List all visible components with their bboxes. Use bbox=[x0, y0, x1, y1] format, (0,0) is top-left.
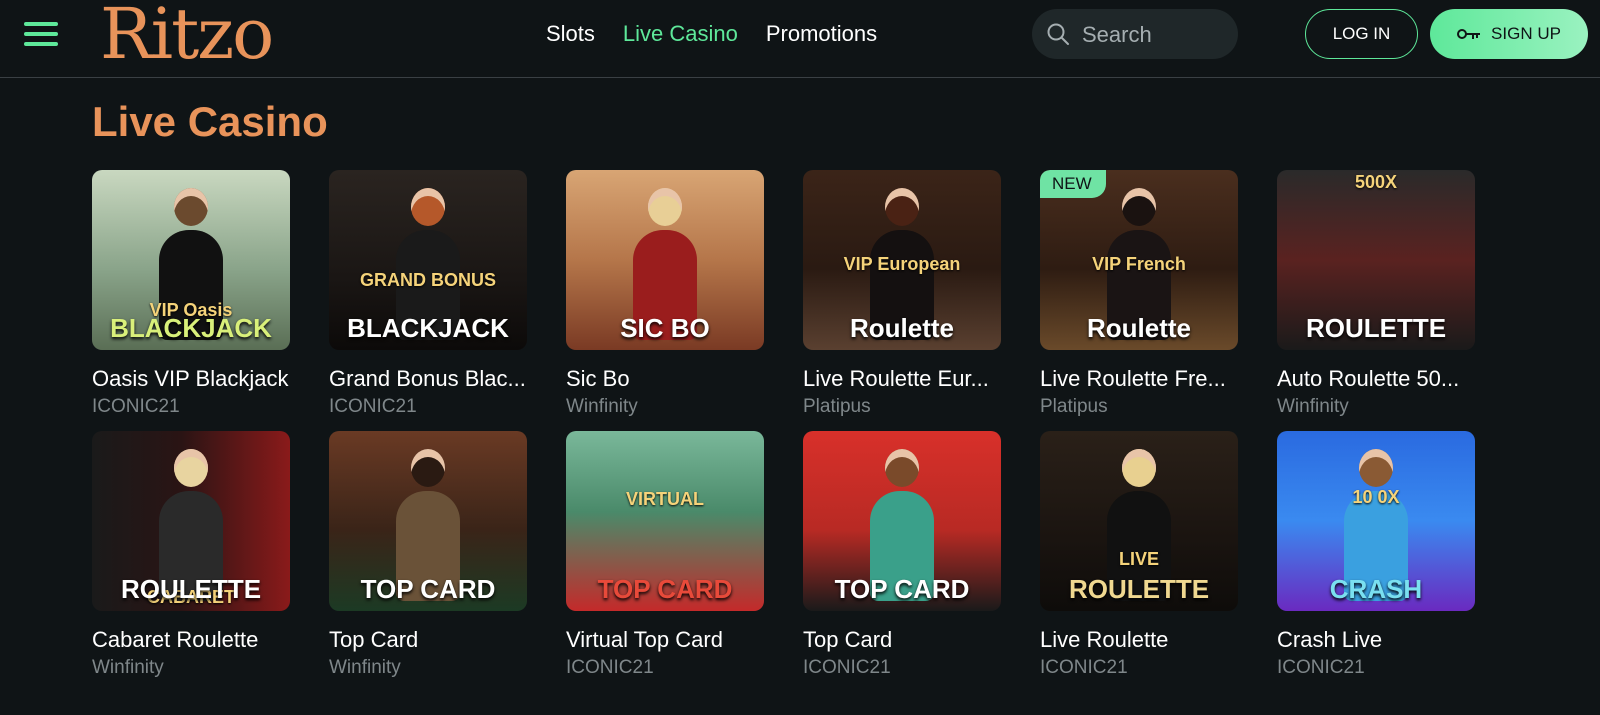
thumbnail-logo-text: BLACKJACK bbox=[347, 313, 509, 343]
game-card[interactable]: 10 0X CRASH Crash Live ICONIC21 bbox=[1277, 431, 1475, 680]
game-title[interactable]: Crash Live bbox=[1277, 626, 1475, 654]
game-title[interactable]: Sic Bo bbox=[566, 365, 764, 393]
game-card[interactable]: VIP Oasis BLACKJACK Oasis VIP Blackjack ICO… bbox=[92, 170, 290, 419]
top-header: Ritzo Slots Live Casino Promotions LOG I… bbox=[0, 0, 1600, 78]
thumbnail-logo-text: BLACKJACK bbox=[110, 313, 272, 343]
game-title[interactable]: Top Card bbox=[329, 626, 527, 654]
game-grid: VIP Oasis BLACKJACK Oasis VIP Blackjack ICO… bbox=[92, 170, 1475, 680]
thumbnail-logo-text: ROULETTE bbox=[1068, 574, 1210, 604]
game-thumbnail[interactable]: TOP CARD bbox=[329, 431, 527, 611]
thumbnail-subtitle: GRAND BONUS bbox=[359, 270, 496, 290]
game-provider: Winfinity bbox=[566, 396, 638, 417]
game-thumbnail[interactable]: SIC BO bbox=[566, 170, 764, 350]
game-provider: ICONIC21 bbox=[329, 396, 417, 417]
signup-label: SIGN UP bbox=[1491, 24, 1561, 43]
nav-slots[interactable]: Slots bbox=[546, 20, 595, 48]
game-thumbnail[interactable]: CABARET ROULETTE bbox=[92, 431, 290, 611]
game-thumbnail[interactable]: VIRTUAL TOP CARD bbox=[566, 431, 764, 611]
game-provider: ICONIC21 bbox=[92, 396, 180, 417]
thumbnail-logo-text: Roulette bbox=[1087, 313, 1191, 343]
game-title[interactable]: Cabaret Roulette bbox=[92, 626, 290, 654]
thumbnail-subtitle: VIP French bbox=[1092, 254, 1186, 274]
game-thumbnail[interactable]: TOP CARD bbox=[803, 431, 1001, 611]
game-title[interactable]: Live Roulette bbox=[1040, 626, 1238, 654]
game-card[interactable]: SIC BO Sic Bo Winfinity bbox=[566, 170, 764, 419]
search-box[interactable] bbox=[1032, 9, 1238, 61]
game-card[interactable]: VIRTUAL TOP CARD Virtual Top Card ICONIC21 bbox=[566, 431, 764, 680]
game-title[interactable]: Auto Roulette 50... bbox=[1277, 365, 1475, 393]
game-provider: Winfinity bbox=[1277, 396, 1349, 417]
game-card[interactable]: TOP CARD Top Card ICONIC21 bbox=[803, 431, 1001, 680]
thumbnail-logo-text: TOP CARD bbox=[834, 574, 970, 604]
game-thumbnail[interactable]: VIP French Roulette NEW bbox=[1040, 170, 1238, 350]
search-input[interactable] bbox=[1080, 9, 1234, 61]
game-title[interactable]: Top Card bbox=[803, 626, 1001, 654]
page-title: Live Casino bbox=[92, 98, 328, 145]
game-title[interactable]: Virtual Top Card bbox=[566, 626, 764, 654]
new-badge: NEW bbox=[1040, 170, 1106, 198]
game-thumbnail[interactable]: LIVE ROULETTE bbox=[1040, 431, 1238, 611]
game-card[interactable]: 500X ROULETTE Auto Roulette 50... Winfinity bbox=[1277, 170, 1475, 419]
thumbnail-subtitle: VIRTUAL bbox=[626, 489, 704, 509]
signup-button[interactable]: SIGN UP bbox=[1430, 9, 1588, 59]
game-title[interactable]: Grand Bonus Blac... bbox=[329, 365, 527, 393]
thumbnail-subtitle: 10 0X bbox=[1352, 487, 1400, 507]
thumbnail-subtitle: VIP European bbox=[843, 254, 961, 274]
search-icon bbox=[1047, 23, 1069, 45]
game-provider: Platipus bbox=[1040, 396, 1108, 417]
thumbnail-logo-text: TOP CARD bbox=[360, 574, 496, 604]
nav-promotions[interactable]: Promotions bbox=[766, 20, 877, 48]
game-card[interactable]: LIVE ROULETTE Live Roulette ICONIC21 bbox=[1040, 431, 1238, 680]
thumbnail-logo-text: ROULETTE bbox=[120, 574, 262, 604]
thumbnail-logo-text: Roulette bbox=[850, 313, 954, 343]
game-card[interactable]: TOP CARD Top Card Winfinity bbox=[329, 431, 527, 680]
game-thumbnail[interactable]: 10 0X CRASH bbox=[1277, 431, 1475, 611]
key-icon bbox=[1457, 29, 1481, 39]
game-provider: ICONIC21 bbox=[1277, 657, 1365, 678]
main-nav: Slots Live Casino Promotions bbox=[546, 20, 877, 48]
thumbnail-logo-text: TOP CARD bbox=[597, 574, 733, 604]
game-title[interactable]: Live Roulette Eur... bbox=[803, 365, 1001, 393]
thumbnail-subtitle: LIVE bbox=[1118, 549, 1159, 569]
game-thumbnail[interactable]: GRAND BONUS BLACKJACK bbox=[329, 170, 527, 350]
game-thumbnail[interactable]: VIP Oasis BLACKJACK bbox=[92, 170, 290, 350]
hamburger-menu-icon[interactable] bbox=[24, 22, 58, 50]
thumbnail-logo-text: SIC BO bbox=[620, 313, 710, 343]
game-card[interactable]: VIP French Roulette NEW Live Roulette Fre..… bbox=[1040, 170, 1238, 419]
game-thumbnail[interactable]: VIP European Roulette bbox=[803, 170, 1001, 350]
game-card[interactable]: GRAND BONUS BLACKJACK Grand Bonus Blac... I… bbox=[329, 170, 527, 419]
game-provider: Platipus bbox=[803, 396, 871, 417]
game-provider: ICONIC21 bbox=[1040, 657, 1128, 678]
thumbnail-logo-text: ROULETTE bbox=[1305, 313, 1447, 343]
game-provider: Winfinity bbox=[329, 657, 401, 678]
game-provider: ICONIC21 bbox=[566, 657, 654, 678]
nav-live-casino[interactable]: Live Casino bbox=[623, 20, 738, 48]
ritzo-logo[interactable]: Ritzo bbox=[100, 0, 274, 74]
game-title[interactable]: Oasis VIP Blackjack bbox=[92, 365, 290, 393]
game-title[interactable]: Live Roulette Fre... bbox=[1040, 365, 1238, 393]
thumbnail-logo-text: CRASH bbox=[1329, 574, 1423, 604]
thumbnail-subtitle: 500X bbox=[1354, 172, 1398, 192]
game-provider: ICONIC21 bbox=[803, 657, 891, 678]
game-card[interactable]: CABARET ROULETTE Cabaret Roulette Winfinity bbox=[92, 431, 290, 680]
game-provider: Winfinity bbox=[92, 657, 164, 678]
game-thumbnail[interactable]: 500X ROULETTE bbox=[1277, 170, 1475, 350]
login-button[interactable]: LOG IN bbox=[1305, 9, 1418, 59]
game-card[interactable]: VIP European Roulette Live Roulette Eur...… bbox=[803, 170, 1001, 419]
